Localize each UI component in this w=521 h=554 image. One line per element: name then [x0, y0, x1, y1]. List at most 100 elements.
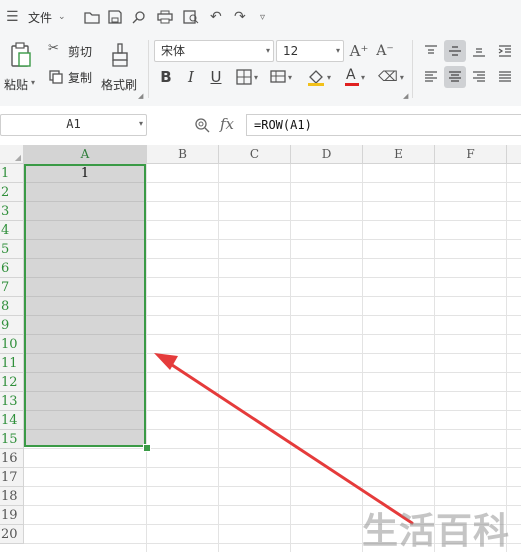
underline-button[interactable]: U	[205, 66, 227, 88]
customize-toolbar-button[interactable]: ▿	[260, 8, 265, 26]
font-name-value: 宋体	[161, 44, 186, 58]
chevron-down-icon: ▾	[265, 46, 270, 55]
grow-font-button[interactable]: A⁺	[348, 40, 370, 62]
font-size-value: 12	[283, 44, 299, 58]
find-icon	[132, 11, 145, 24]
save-icon	[108, 10, 122, 24]
align-middle-icon	[449, 46, 461, 56]
font-size-select[interactable]: 12 ▾	[276, 40, 344, 62]
save-button[interactable]	[108, 8, 122, 26]
menu-bar: ☰ 文件 ⌄ ↶ ↷ ▿	[0, 0, 521, 34]
ribbon-toolbar: 粘贴 ▾ ✂ 剪切 复制 格式刷 ◢ 宋体 ▾ 12 ▾ A⁺ A⁻ B I U…	[0, 34, 521, 107]
format-painter-label: 格式刷	[101, 78, 138, 92]
file-menu-label: 文件	[28, 10, 53, 25]
grow-font-icon: A⁺	[349, 42, 369, 60]
ribbon-separator	[148, 40, 149, 98]
insert-function-button[interactable]: fx	[220, 115, 234, 133]
main-menu-button[interactable]: ☰	[6, 8, 19, 26]
chevron-down-icon: ▾	[31, 78, 36, 87]
clear-format-button[interactable]: ⌫ ▾	[376, 66, 406, 88]
chevron-down-icon: ▾	[138, 119, 143, 128]
chevron-down-icon: ▾	[335, 46, 340, 55]
zoom-formula-button[interactable]	[194, 117, 210, 136]
align-center-icon	[449, 71, 461, 82]
align-top-button[interactable]	[420, 40, 442, 62]
chevron-down-icon: ▾	[287, 72, 292, 82]
formula-input[interactable]: =ROW(A1)	[246, 114, 521, 136]
paste-icon	[11, 42, 31, 67]
open-button[interactable]	[84, 8, 100, 26]
ribbon-group-expand-icon[interactable]: ◢	[138, 92, 143, 100]
spreadsheet-grid[interactable]: ◢ A B C D E F 1 2 3 4 5 6 7 8 9 10 11 12 13 14 15 16 17 1…	[0, 145, 521, 552]
cell-style-button[interactable]: ▾	[266, 66, 296, 88]
fill-color-button[interactable]: ▾	[302, 66, 336, 88]
justify-icon	[499, 71, 511, 82]
shrink-font-icon: A⁻	[376, 43, 394, 59]
paint-bucket-icon	[307, 70, 324, 86]
align-left-icon	[425, 71, 437, 82]
bold-button[interactable]: B	[155, 66, 177, 88]
align-left-button[interactable]	[420, 66, 442, 88]
bold-label: B	[160, 68, 172, 86]
file-menu[interactable]: 文件 ⌄	[28, 8, 66, 26]
print-preview-icon	[183, 10, 199, 24]
redo-icon: ↷	[234, 9, 246, 25]
format-painter-button[interactable]: 格式刷	[100, 40, 142, 96]
shrink-font-button[interactable]: A⁻	[374, 40, 396, 62]
chevron-down-icon: ▾	[399, 72, 404, 82]
indent-icon	[498, 45, 511, 57]
ribbon-separator	[412, 40, 413, 98]
name-box-value: A1	[66, 117, 81, 131]
paste-label: 粘贴	[4, 78, 29, 92]
italic-button[interactable]: I	[180, 66, 202, 88]
print-preview-button[interactable]	[183, 8, 199, 26]
scissors-icon: ✂	[48, 41, 59, 56]
find-button[interactable]	[132, 8, 146, 26]
justify-button[interactable]	[494, 66, 516, 88]
borders-icon	[236, 69, 252, 85]
undo-button[interactable]: ↶	[210, 8, 222, 26]
redo-button[interactable]: ↷	[234, 8, 246, 26]
chevron-down-icon: ▾	[360, 72, 365, 82]
italic-label: I	[188, 68, 194, 86]
font-color-bar	[344, 83, 359, 86]
align-top-icon	[425, 45, 437, 54]
underline-label: U	[210, 68, 222, 86]
align-center-button[interactable]	[444, 66, 466, 88]
font-name-select[interactable]: 宋体 ▾	[154, 40, 274, 62]
copy-label: 复制	[68, 71, 93, 85]
cut-label: 剪切	[68, 45, 93, 59]
cell-style-icon	[270, 70, 286, 83]
open-folder-icon	[84, 12, 100, 24]
align-middle-button[interactable]	[444, 40, 466, 62]
align-right-icon	[473, 71, 485, 82]
customize-icon: ▿	[260, 11, 266, 23]
align-bottom-button[interactable]	[468, 40, 490, 62]
formula-bar: A1 ▾ fx =ROW(A1)	[0, 106, 521, 146]
annotation-arrow	[154, 353, 414, 525]
copy-icon	[49, 70, 63, 84]
format-painter-icon	[112, 43, 128, 67]
chevron-down-icon: ▾	[326, 72, 331, 82]
paste-button[interactable]: 粘贴 ▾	[4, 40, 38, 96]
eraser-icon: ⌫	[378, 69, 398, 85]
ribbon-group-expand-icon[interactable]: ◢	[403, 92, 408, 100]
align-right-button[interactable]	[468, 66, 490, 88]
font-color-icon: A	[344, 67, 359, 86]
menu-icon: ☰	[6, 9, 19, 25]
indent-button[interactable]	[494, 40, 516, 62]
borders-button[interactable]: ▾	[232, 66, 262, 88]
formula-text: =ROW(A1)	[254, 118, 312, 132]
undo-icon: ↶	[210, 9, 222, 25]
name-box[interactable]: A1 ▾	[0, 114, 147, 136]
chevron-down-icon: ⌄	[58, 12, 66, 22]
print-button[interactable]	[157, 8, 173, 26]
font-color-button[interactable]: A ▾	[340, 66, 370, 88]
print-icon	[157, 10, 173, 24]
cut-button[interactable]: ✂ 剪切	[48, 41, 96, 60]
font-color-letter: A	[345, 67, 356, 83]
watermark: 生活百科	[362, 511, 511, 552]
chevron-down-icon: ▾	[253, 72, 258, 82]
copy-button[interactable]: 复制	[48, 68, 96, 86]
zoom-icon	[195, 118, 210, 133]
